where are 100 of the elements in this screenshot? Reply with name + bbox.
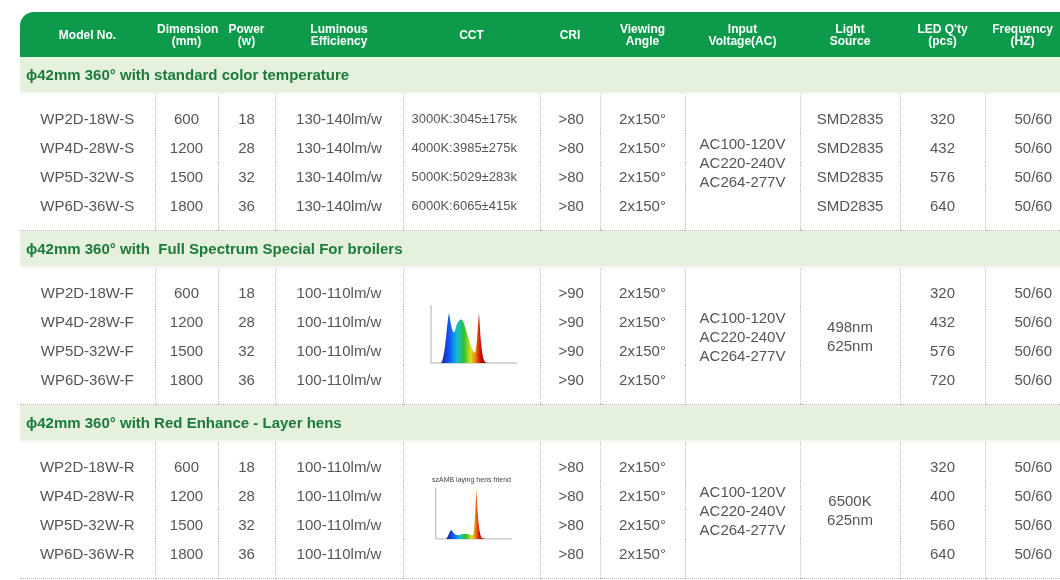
table-cell: >80 (540, 93, 600, 133)
table-cell: 1500 (155, 510, 218, 539)
table-cell: >90 (540, 365, 600, 405)
table-cell: 130-140lm/w (275, 191, 403, 231)
table-cell: AC100-120V AC220-240V AC264-277V (685, 93, 800, 231)
table-cell: 2x150° (600, 481, 685, 510)
table-cell: >80 (540, 133, 600, 162)
table-cell: 1800 (155, 191, 218, 231)
column-header: Viewing Angle (600, 12, 685, 57)
table-cell: 2x150° (600, 307, 685, 336)
table-cell: 100-110lm/w (275, 365, 403, 405)
table-cell: 560 (900, 510, 985, 539)
table-cell: 320 (900, 93, 985, 133)
table-cell: WP5D-32W-R (20, 510, 155, 539)
table-cell: 36 (218, 365, 275, 405)
column-header: Power (w) (218, 12, 275, 57)
table-cell: 3000K:3045±175k (403, 93, 540, 133)
table-cell: 600 (155, 93, 218, 133)
table-cell: 6500K 625nm (800, 441, 900, 579)
table-cell: 5000K:5029±283k (403, 162, 540, 191)
table-cell: 2x150° (600, 93, 685, 133)
table-cell: 50/60 (985, 365, 1060, 405)
table-cell: 1200 (155, 307, 218, 336)
table-cell: 18 (218, 267, 275, 307)
table-cell: SMD2835 (800, 162, 900, 191)
table-cell: 1200 (155, 133, 218, 162)
table-cell: 100-110lm/w (275, 481, 403, 510)
column-header: Luminous Efficiency (275, 12, 403, 57)
table-cell: 4000K:3985±275k (403, 133, 540, 162)
table-cell: >80 (540, 162, 600, 191)
table-cell: >80 (540, 539, 600, 579)
table-cell: 2x150° (600, 162, 685, 191)
table-cell: 18 (218, 441, 275, 481)
table-cell: 400 (900, 481, 985, 510)
table-cell: 1800 (155, 539, 218, 579)
table-cell: 100-110lm/w (275, 267, 403, 307)
table-cell: 28 (218, 481, 275, 510)
table-cell: 2x150° (600, 539, 685, 579)
table-cell: 2x150° (600, 510, 685, 539)
table-cell: 32 (218, 510, 275, 539)
column-header: LED Q'ty (pcs) (900, 12, 985, 57)
column-header: Dimension (mm) (155, 12, 218, 57)
table-cell: 576 (900, 162, 985, 191)
table-cell: 28 (218, 307, 275, 336)
section-title: ϕ42mm 360° with standard color temperature (20, 57, 1060, 93)
table-cell: 100-110lm/w (275, 510, 403, 539)
table-cell: 2x150° (600, 191, 685, 231)
section-title: ϕ42mm 360° with Red Enhance - Layer hens (20, 404, 1060, 441)
table-cell: 1200 (155, 481, 218, 510)
table-cell: 1800 (155, 365, 218, 405)
table-cell: WP2D-18W-S (20, 93, 155, 133)
table-cell: 50/60 (985, 162, 1060, 191)
table-cell: 576 (900, 336, 985, 365)
table-cell: AC100-120V AC220-240V AC264-277V (685, 267, 800, 405)
table-cell: 32 (218, 162, 275, 191)
table-cell: 130-140lm/w (275, 162, 403, 191)
table-cell: 600 (155, 441, 218, 481)
table-cell: 100-110lm/w (275, 539, 403, 579)
column-header: CCT (403, 12, 540, 57)
table-cell: SMD2835 (800, 133, 900, 162)
table-cell: 2x150° (600, 267, 685, 307)
table-cell: 432 (900, 307, 985, 336)
table-cell: 640 (900, 191, 985, 231)
table-cell: 2x150° (600, 336, 685, 365)
table-cell: >90 (540, 307, 600, 336)
table-cell: SMD2835 (800, 191, 900, 231)
table-cell: 320 (900, 267, 985, 307)
table-cell: 130-140lm/w (275, 133, 403, 162)
table-cell: 640 (900, 539, 985, 579)
table-cell: 100-110lm/w (275, 441, 403, 481)
table-cell: WP4D-28W-R (20, 481, 155, 510)
table-cell: 36 (218, 539, 275, 579)
table-cell: WP2D-18W-R (20, 441, 155, 481)
column-header: Frequency (HZ) (985, 12, 1060, 57)
table-cell: SMD2835 (800, 93, 900, 133)
column-header: Input Voltage(AC) (685, 12, 800, 57)
table-cell: 720 (900, 365, 985, 405)
section-title: ϕ42mm 360° with Full Spectrum Special For broilers (20, 230, 1060, 267)
table-cell: 600 (155, 267, 218, 307)
table-cell: >80 (540, 510, 600, 539)
table-cell: 50/60 (985, 267, 1060, 307)
table-cell: WP5D-32W-S (20, 162, 155, 191)
table-cell: 50/60 (985, 307, 1060, 336)
table-cell: 50/60 (985, 441, 1060, 481)
table-cell: 50/60 (985, 93, 1060, 133)
column-header: CRI (540, 12, 600, 57)
table-cell: WP6D-36W-F (20, 365, 155, 405)
table-cell: 50/60 (985, 510, 1060, 539)
table-cell: >80 (540, 441, 600, 481)
table-cell: 6000K:6065±415k (403, 191, 540, 231)
table-cell: 1500 (155, 162, 218, 191)
table-cell: WP4D-28W-S (20, 133, 155, 162)
table-cell: 32 (218, 336, 275, 365)
table-cell: 50/60 (985, 133, 1060, 162)
column-header: Light Source (800, 12, 900, 57)
table-cell: WP2D-18W-F (20, 267, 155, 307)
table-cell: 432 (900, 133, 985, 162)
table-cell: 36 (218, 191, 275, 231)
table-cell: 50/60 (985, 191, 1060, 231)
table-cell: 100-110lm/w (275, 307, 403, 336)
